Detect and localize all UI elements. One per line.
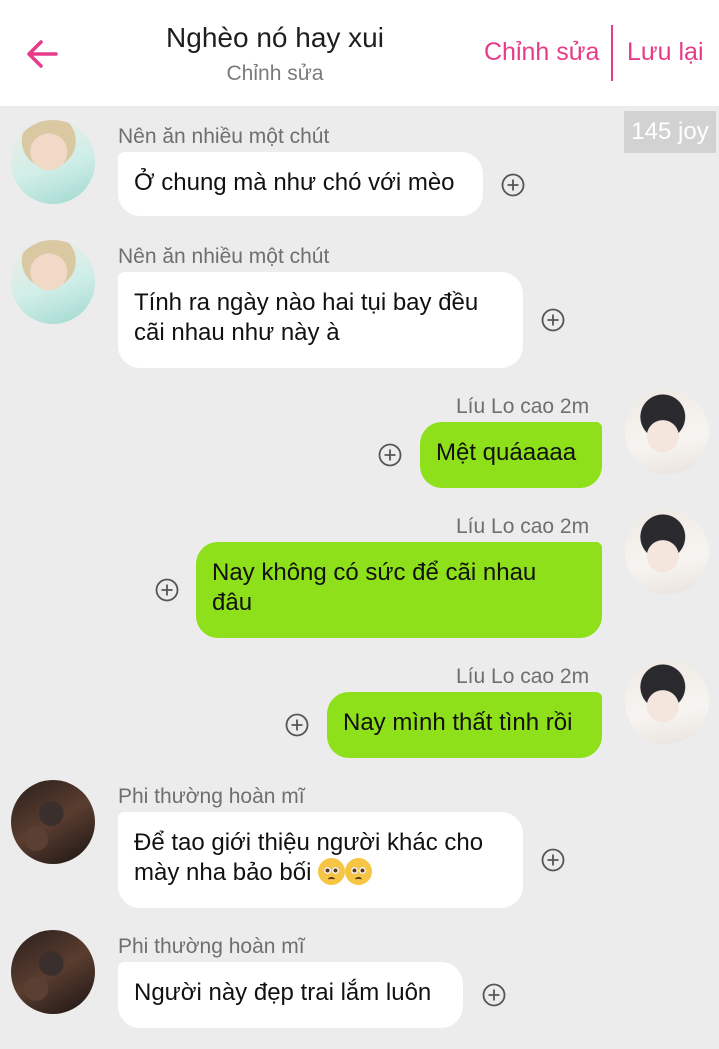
avatar[interactable] bbox=[11, 120, 95, 204]
message-bubble[interactable]: Nay mình thất tình rồi bbox=[327, 692, 602, 758]
save-button[interactable]: Lưu lại bbox=[627, 38, 704, 67]
message-text: Mệt quáaaaa bbox=[436, 439, 577, 466]
joy-badge: 145 joy bbox=[624, 111, 716, 153]
avatar[interactable] bbox=[625, 510, 709, 594]
add-reaction-icon[interactable] bbox=[541, 848, 565, 872]
message-bubble[interactable]: Để tao giới thiệu người khác cho mày nha… bbox=[118, 812, 523, 908]
message-bubble[interactable]: Ở chung mà như chó với mèo bbox=[118, 152, 483, 216]
avatar[interactable] bbox=[11, 240, 95, 324]
add-reaction-icon[interactable] bbox=[501, 173, 525, 197]
sender-name: Phi thường hoàn mĩ bbox=[118, 935, 305, 958]
add-reaction-icon[interactable] bbox=[285, 713, 309, 737]
pleading-face-emoji bbox=[318, 858, 346, 885]
add-reaction-icon[interactable] bbox=[482, 983, 506, 1007]
add-reaction-icon[interactable] bbox=[541, 308, 565, 332]
message-bubble[interactable]: Người này đẹp trai lắm luôn bbox=[118, 962, 463, 1028]
message-bubble[interactable]: Nay không có sức để cãi nhau đâu bbox=[196, 542, 602, 638]
message-text: Ở chung mà như chó với mèo bbox=[134, 169, 455, 196]
avatar[interactable] bbox=[625, 390, 709, 474]
header-divider bbox=[611, 25, 613, 81]
message-text: Để tao giới thiệu người khác cho bbox=[134, 829, 484, 856]
chat-subtitle: Chỉnh sửa bbox=[226, 62, 324, 85]
edit-button[interactable]: Chỉnh sửa bbox=[484, 38, 599, 67]
message-text: Người này đẹp trai lắm luôn bbox=[134, 979, 432, 1006]
message-text: cãi nhau như này à bbox=[134, 319, 340, 346]
sender-name: Líu Lo cao 2m bbox=[456, 515, 590, 538]
pleading-face-emoji bbox=[345, 858, 373, 885]
add-reaction-icon[interactable] bbox=[155, 578, 179, 602]
message-text: Tính ra ngày nào hai tụi bay đều bbox=[134, 289, 479, 316]
sender-name: Nên ăn nhiều một chút bbox=[118, 125, 330, 148]
chat-title: Nghèo nó hay xui bbox=[166, 22, 384, 53]
sender-name: Líu Lo cao 2m bbox=[456, 395, 590, 418]
sender-name: Nên ăn nhiều một chút bbox=[118, 245, 330, 268]
message-bubble[interactable]: Mệt quáaaaa bbox=[420, 422, 602, 488]
message-bubble[interactable]: Tính ra ngày nào hai tụi bay đều cãi nha… bbox=[118, 272, 523, 368]
message-text: Nay mình thất tình rồi bbox=[343, 709, 573, 736]
add-reaction-icon[interactable] bbox=[378, 443, 402, 467]
sender-name: Líu Lo cao 2m bbox=[456, 665, 590, 688]
avatar[interactable] bbox=[625, 660, 709, 744]
message-text: mày nha bảo bối bbox=[134, 859, 312, 886]
avatar[interactable] bbox=[11, 780, 95, 864]
chat-header: Nghèo nó hay xui Chỉnh sửa Chỉnh sửa Lưu… bbox=[0, 0, 719, 106]
message-text: Nay không có sức để cãi nhau bbox=[212, 559, 537, 586]
avatar[interactable] bbox=[11, 930, 95, 1014]
back-arrow-icon[interactable] bbox=[22, 34, 62, 74]
sender-name: Phi thường hoàn mĩ bbox=[118, 785, 305, 808]
message-text: đâu bbox=[212, 589, 253, 616]
